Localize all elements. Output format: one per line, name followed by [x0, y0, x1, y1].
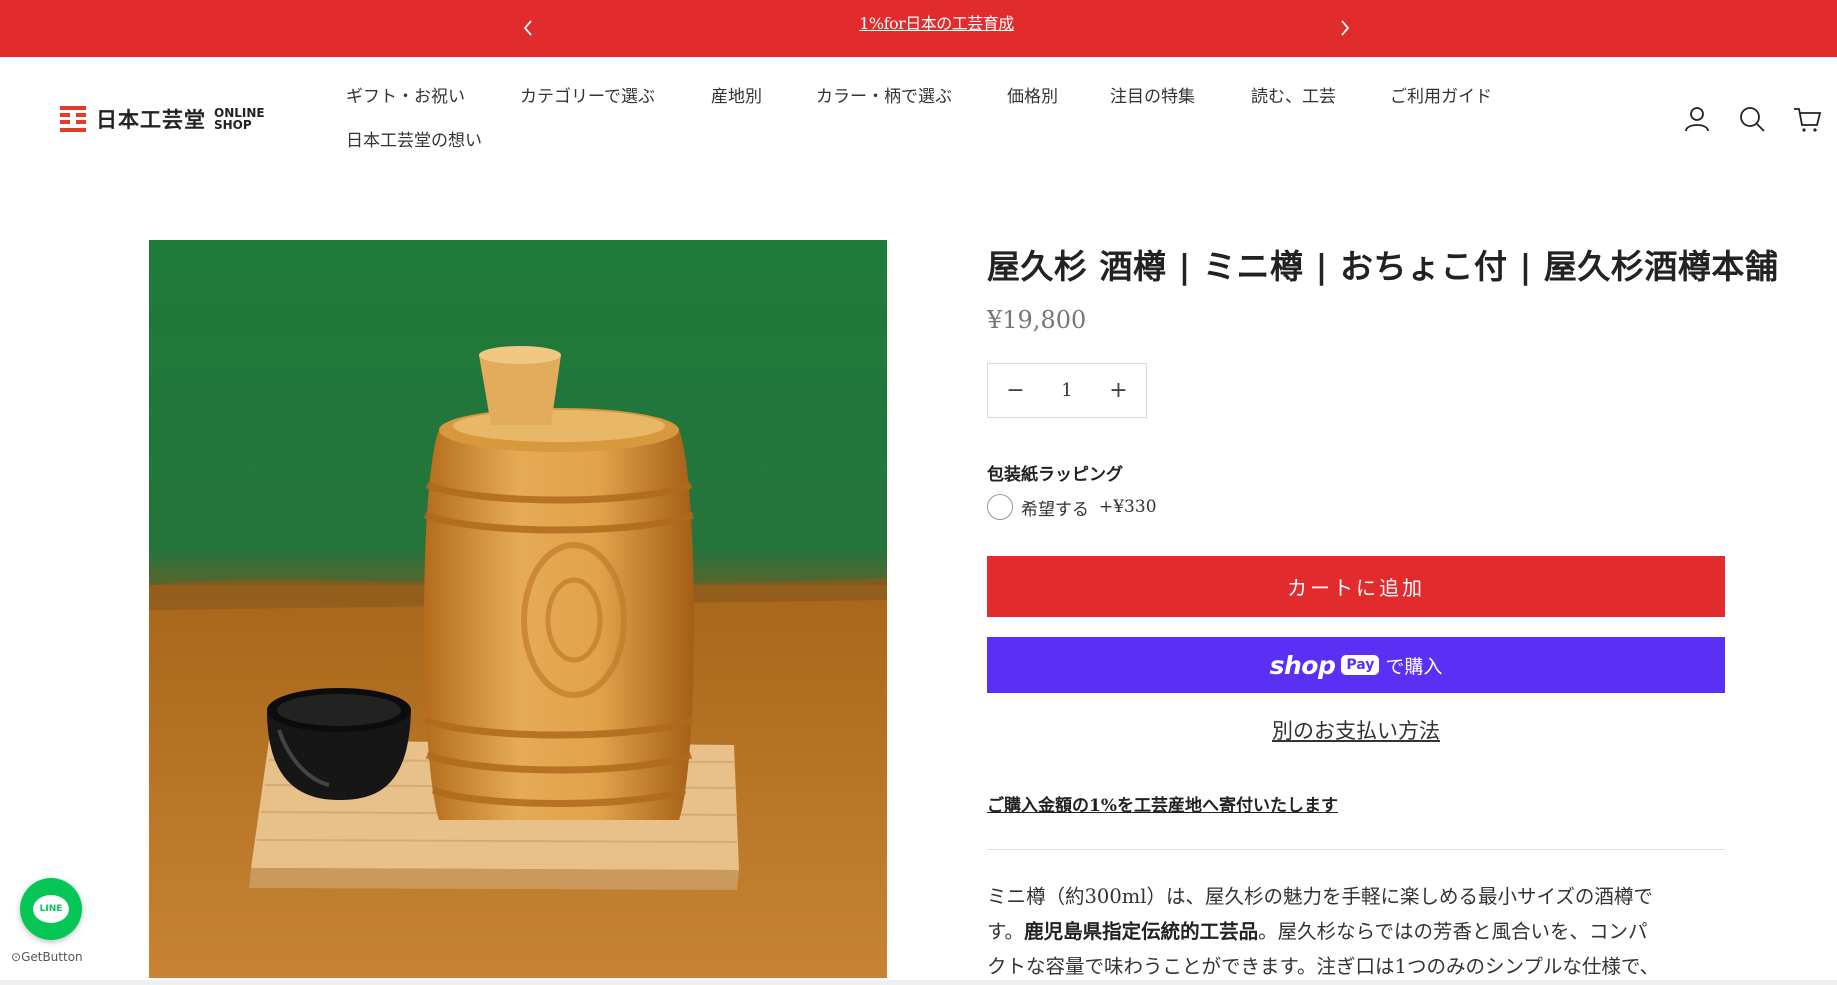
quantity-decrease-button[interactable]: − — [988, 364, 1043, 417]
page-bottom-edge — [0, 980, 1837, 985]
quantity-stepper: − 1 + — [987, 363, 1147, 418]
logo-text: 日本工芸堂 — [96, 108, 206, 132]
description-line: ミニ樽（約300ml）は、屋久杉の魅力を手軽に楽しめる最小サイズの酒樽で — [987, 885, 1653, 908]
shop-pay-button[interactable]: shop Pay で購入 — [987, 637, 1725, 693]
site-logo[interactable]: 日本工芸堂 ONLINE SHOP — [60, 104, 265, 134]
search-icon[interactable] — [1737, 104, 1767, 134]
donation-link[interactable]: ご購入金額の1%を工芸産地へ寄付いたします — [987, 791, 1338, 816]
wrapping-radio[interactable] — [987, 494, 1013, 520]
shop-pay-suffix: で購入 — [1385, 655, 1443, 678]
nav-item-category[interactable]: カテゴリーで選ぶ — [520, 82, 655, 107]
logo-mark-icon — [60, 106, 86, 132]
announcement-bar: 1%for日本の工芸育成 — [0, 0, 1837, 57]
getbutton-credit[interactable]: ⊙GetButton — [11, 950, 83, 964]
product-description: ミニ樽（約300ml）は、屋久杉の魅力を手軽に楽しめる最小サイズの酒樽で す。鹿… — [987, 879, 1725, 984]
line-icon: LINE — [33, 895, 69, 923]
wrapping-option-label: 希望する — [1021, 499, 1089, 520]
add-to-cart-button[interactable]: カートに追加 — [987, 556, 1725, 617]
shop-pay-logo-text: shop — [1269, 650, 1336, 680]
product-image[interactable] — [149, 240, 887, 978]
description-line: クトな容量で味わうことができます。注ぎ口は1つのみのシンプルな仕様で、 — [987, 955, 1660, 978]
description-line: す。鹿児島県指定伝統的工芸品。屋久杉ならではの芳香と風合いを、コンパ — [987, 920, 1648, 943]
nav-item-region[interactable]: 産地別 — [711, 82, 762, 107]
description-highlight: 鹿児島県指定伝統的工芸品 — [1024, 920, 1259, 943]
nav-item-features[interactable]: 注目の特集 — [1110, 82, 1195, 107]
wrapping-option[interactable]: 希望する +¥330 — [987, 494, 1157, 520]
nav-item-guide[interactable]: ご利用ガイド — [1390, 82, 1492, 107]
announcement-link[interactable]: 1%for日本の工芸育成 — [0, 10, 1837, 34]
section-divider — [987, 849, 1725, 850]
chevron-right-icon — [1341, 20, 1350, 36]
product-title: 屋久杉 酒樽 | ミニ樽 | おちょこ付 | 屋久杉酒樽本舗 — [987, 247, 1779, 286]
announcement-next-button[interactable] — [1331, 14, 1359, 42]
line-chat-button[interactable]: LINE — [20, 878, 82, 940]
nav-item-reading[interactable]: 読む、工芸 — [1251, 82, 1336, 107]
logo-subtext: ONLINE SHOP — [214, 106, 265, 132]
cart-icon[interactable] — [1792, 104, 1822, 134]
alternative-payment-link[interactable]: 別のお支払い方法 — [987, 715, 1725, 745]
wrapping-label: 包装紙ラッピング — [987, 465, 1123, 485]
nav-item-gift[interactable]: ギフト・お祝い — [346, 82, 465, 107]
account-icon[interactable] — [1682, 104, 1712, 134]
wrapping-option-fee: +¥330 — [1099, 497, 1157, 517]
quantity-input[interactable]: 1 — [1043, 380, 1091, 401]
nav-item-about[interactable]: 日本工芸堂の想い — [346, 126, 482, 151]
quantity-increase-button[interactable]: + — [1091, 364, 1146, 417]
shop-pay-badge: Pay — [1341, 655, 1380, 675]
nav-item-color-pattern[interactable]: カラー・柄で選ぶ — [816, 82, 952, 107]
nav-item-price[interactable]: 価格別 — [1007, 82, 1058, 107]
product-price: ¥19,800 — [987, 306, 1087, 334]
